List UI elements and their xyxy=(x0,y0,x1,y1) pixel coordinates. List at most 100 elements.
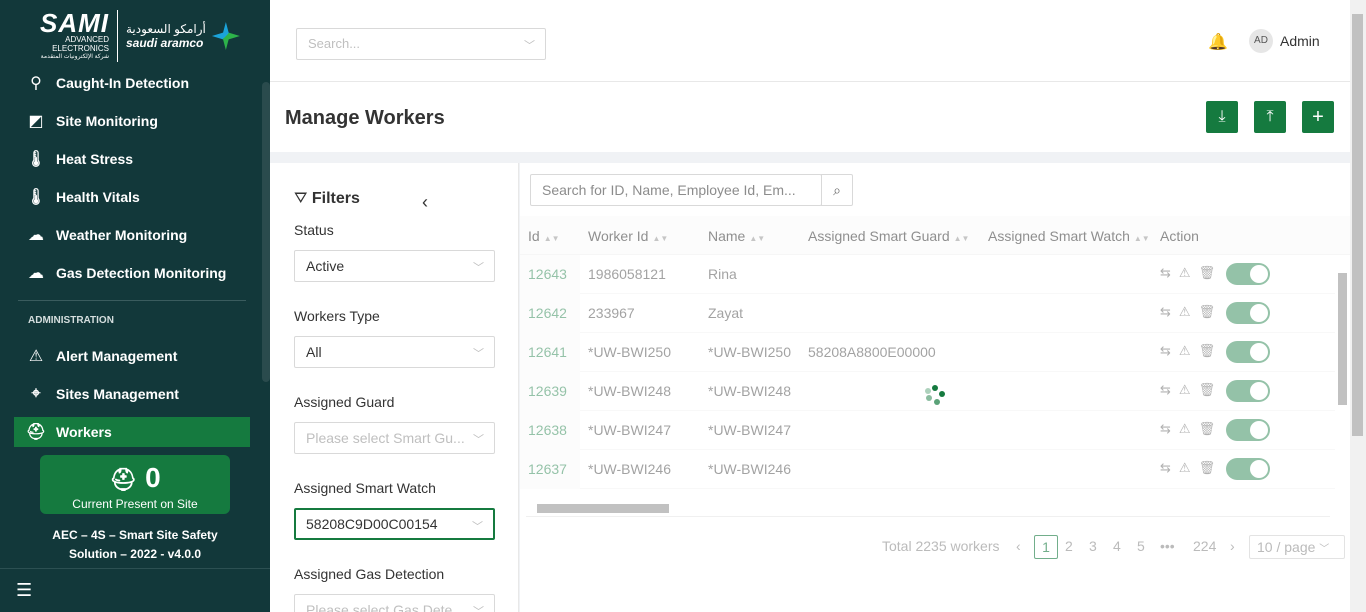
thermometer-icon: 🌡 xyxy=(25,151,47,168)
assign-device-icon[interactable]: ⇆ xyxy=(1160,421,1179,436)
download-button[interactable]: ⤓ xyxy=(1206,101,1238,133)
worker-id-link[interactable]: 12638 xyxy=(528,422,567,438)
plus-icon: + xyxy=(1312,105,1324,128)
alert-icon[interactable]: ⚠ xyxy=(1179,421,1199,436)
alert-icon[interactable]: ⚠ xyxy=(1179,382,1199,397)
upload-button[interactable]: ⤒ xyxy=(1254,101,1286,133)
page-ellipsis[interactable]: ••• xyxy=(1160,538,1175,554)
column-header-name[interactable]: Name ▲▼ xyxy=(708,228,765,244)
worker-id-link[interactable]: 12642 xyxy=(528,305,567,321)
assign-device-icon[interactable]: ⇆ xyxy=(1160,343,1179,358)
active-toggle[interactable] xyxy=(1226,419,1270,441)
upload-icon: ⤒ xyxy=(1266,108,1274,125)
notification-bell-icon[interactable]: 🔔 xyxy=(1208,32,1228,52)
alert-icon[interactable]: ⚠ xyxy=(1179,343,1199,358)
worker-name: Rina xyxy=(708,266,737,282)
active-toggle[interactable] xyxy=(1226,263,1270,285)
delete-icon[interactable]: 🗑 xyxy=(1199,304,1224,319)
prev-page-icon[interactable]: ‹ xyxy=(1016,538,1021,554)
column-header-label: Action xyxy=(1160,228,1199,244)
next-page-icon[interactable]: › xyxy=(1230,538,1235,554)
sidebar-scrollbar[interactable] xyxy=(262,82,270,382)
sidebar-item-heat-stress[interactable]: 🌡 Heat Stress xyxy=(0,140,262,178)
table-search-button[interactable]: ⌕ xyxy=(821,174,853,206)
worker-id-link[interactable]: 12643 xyxy=(528,266,567,282)
sidebar-item-workers[interactable]: ⛑ Workers xyxy=(14,417,250,447)
sidebar-item-site-monitoring[interactable]: ◩ Site Monitoring xyxy=(0,102,262,140)
sidebar-item-label: Heat Stress xyxy=(56,151,134,167)
alert-icon[interactable]: ⚠ xyxy=(1179,304,1199,319)
assigned-watch-label: Assigned Smart Watch xyxy=(294,480,436,496)
assign-device-icon[interactable]: ⇆ xyxy=(1160,382,1179,397)
global-search-select[interactable]: Search... ﹀ xyxy=(296,28,546,60)
sidebar-item-weather-monitoring[interactable]: ☁ Weather Monitoring xyxy=(0,216,262,254)
table-row[interactable]: 12638 *UW-BWI247 *UW-BWI247 ⇆⚠🗑 xyxy=(520,411,1335,450)
page-scroll-thumb[interactable] xyxy=(1352,14,1363,436)
delete-icon[interactable]: 🗑 xyxy=(1199,265,1224,280)
alert-icon[interactable]: ⚠ xyxy=(1179,460,1199,475)
worker-id-link[interactable]: 12637 xyxy=(528,461,567,477)
worker-name: *UW-BWI248 xyxy=(708,383,791,399)
column-header-smart-watch[interactable]: Assigned Smart Watch ▲▼ xyxy=(988,228,1150,244)
workers-type-label: Workers Type xyxy=(294,308,380,324)
assign-device-icon[interactable]: ⇆ xyxy=(1160,460,1179,475)
page-1[interactable]: 1 xyxy=(1034,535,1058,559)
chevron-down-icon: ﹀ xyxy=(473,345,484,361)
worker-id-link[interactable]: 12639 xyxy=(528,383,567,399)
present-count: ⛑ 0 xyxy=(40,463,230,495)
table-row[interactable]: 12641 *UW-BWI250 *UW-BWI250 58208A8800E0… xyxy=(520,333,1335,372)
logo-brand: SAMI xyxy=(40,7,109,38)
sidebar-menu: ⚲ Caught-In Detection ◩ Site Monitoring … xyxy=(0,70,262,447)
worker-code: *UW-BWI246 xyxy=(588,461,671,477)
avatar[interactable]: AD xyxy=(1249,29,1273,53)
assigned-watch-select[interactable]: 58208C9D00C00154 ﹀ xyxy=(294,508,495,540)
sidebar-item-label: Sites Management xyxy=(56,386,179,402)
partner-name-ar: أرامكو السعودية xyxy=(126,22,206,36)
active-toggle[interactable] xyxy=(1226,380,1270,402)
assign-device-icon[interactable]: ⇆ xyxy=(1160,304,1179,319)
active-toggle[interactable] xyxy=(1226,302,1270,324)
assigned-gas-select[interactable]: Please select Gas Dete... ﹀ xyxy=(294,594,495,612)
user-name[interactable]: Admin xyxy=(1280,33,1320,49)
page-4[interactable]: 4 xyxy=(1113,538,1121,554)
assigned-guard-label: Assigned Guard xyxy=(294,394,395,410)
sidebar-item-gas-detection-monitoring[interactable]: ☁ Gas Detection Monitoring xyxy=(0,254,262,292)
add-worker-button[interactable]: + xyxy=(1302,101,1334,133)
sidebar-item-alert-management[interactable]: ⚠ Alert Management xyxy=(0,337,262,375)
version-info: AEC – 4S – Smart Site Safety Solution – … xyxy=(30,526,240,564)
worker-code: *UW-BWI248 xyxy=(588,383,671,399)
workers-type-select[interactable]: All ﹀ xyxy=(294,336,495,368)
collapse-menu-icon[interactable]: ☰ xyxy=(0,568,270,612)
table-row[interactable]: 12637 *UW-BWI246 *UW-BWI246 ⇆⚠🗑 xyxy=(520,450,1335,489)
delete-icon[interactable]: 🗑 xyxy=(1199,382,1224,397)
page-2[interactable]: 2 xyxy=(1065,538,1073,554)
delete-icon[interactable]: 🗑 xyxy=(1199,460,1224,475)
delete-icon[interactable]: 🗑 xyxy=(1199,421,1224,436)
column-header-smart-guard[interactable]: Assigned Smart Guard ▲▼ xyxy=(808,228,969,244)
assigned-guard-select[interactable]: Please select Smart Gu... ﹀ xyxy=(294,422,495,454)
status-select[interactable]: Active ﹀ xyxy=(294,250,495,282)
collapse-filters-icon[interactable]: ‹ xyxy=(422,192,428,213)
active-toggle[interactable] xyxy=(1226,341,1270,363)
delete-icon[interactable]: 🗑 xyxy=(1199,343,1224,358)
page-3[interactable]: 3 xyxy=(1089,538,1097,554)
worker-id-link[interactable]: 12641 xyxy=(528,344,567,360)
table-row[interactable]: 12642 233967 Zayat ⇆⚠🗑 xyxy=(520,294,1335,333)
table-vertical-scroll-thumb[interactable] xyxy=(1338,273,1347,405)
sidebar-item-sites-management[interactable]: ⌖ Sites Management xyxy=(0,375,262,413)
assign-device-icon[interactable]: ⇆ xyxy=(1160,265,1179,280)
table-search-input[interactable]: Search for ID, Name, Employee Id, Em... xyxy=(530,174,822,206)
active-toggle[interactable] xyxy=(1226,458,1270,480)
page-5[interactable]: 5 xyxy=(1137,538,1145,554)
sidebar-item-health-vitals[interactable]: 🌡 Health Vitals xyxy=(0,178,262,216)
filter-icon: ⛛ xyxy=(294,190,312,207)
worker-name: *UW-BWI246 xyxy=(708,461,791,477)
column-header-worker-id[interactable]: Worker Id ▲▼ xyxy=(588,228,668,244)
table-horizontal-scroll-thumb[interactable] xyxy=(537,504,669,513)
download-icon: ⤓ xyxy=(1218,108,1226,125)
page-size-select[interactable]: 10 / page ﹀ xyxy=(1249,535,1345,559)
alert-icon[interactable]: ⚠ xyxy=(1179,265,1199,280)
page-224[interactable]: 224 xyxy=(1193,538,1216,554)
table-row[interactable]: 12643 1986058121 Rina ⇆⚠🗑 xyxy=(520,255,1335,294)
column-header-id[interactable]: Id ▲▼ xyxy=(528,228,560,244)
